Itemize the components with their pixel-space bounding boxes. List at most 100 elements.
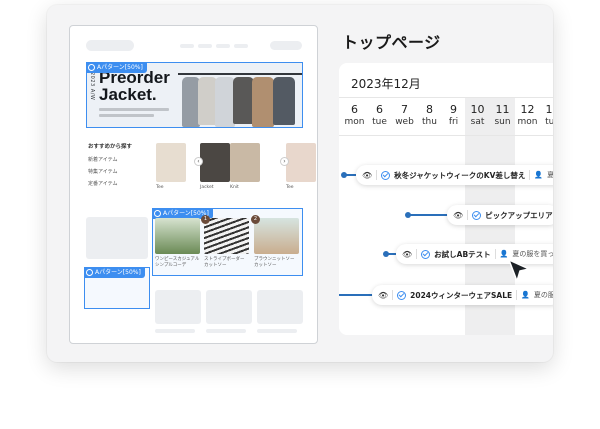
rank-badge: 2 — [251, 215, 260, 224]
day-column[interactable]: 8 thu — [417, 103, 442, 128]
day-number: 6 — [376, 103, 383, 116]
person-icon: 👤 — [521, 291, 530, 299]
day-number: 12 — [520, 103, 535, 116]
day-column[interactable]: 7 web — [392, 103, 417, 128]
divider — [494, 249, 496, 259]
divider — [339, 97, 553, 98]
content-placeholder — [257, 290, 303, 324]
product-image[interactable] — [156, 143, 186, 182]
divider — [516, 290, 518, 300]
product-image[interactable] — [200, 143, 230, 182]
content-placeholder — [206, 290, 252, 324]
pattern-tag: Aパターン[50%] — [86, 62, 147, 73]
day-column[interactable]: 13tue — [540, 103, 553, 128]
nav-placeholder — [198, 44, 212, 48]
product-label: Tee — [156, 185, 164, 190]
product-label: Knit — [230, 185, 239, 190]
pattern-tag-label: Aパターン[50%] — [95, 269, 141, 276]
event-pill[interactable]: 👁 ピックアップエリア — [447, 205, 553, 225]
check-icon — [88, 64, 95, 71]
check-icon — [381, 170, 391, 180]
card-label: ブラウンニットソー カットソー — [254, 257, 295, 269]
carousel-prev-icon[interactable]: ‹ — [194, 157, 203, 166]
card-image[interactable] — [204, 218, 249, 254]
lower-selection[interactable]: Aパターン[50%] — [84, 267, 150, 309]
hero-selection[interactable]: Aパターン[50%] — [86, 62, 303, 128]
day-column[interactable]: 6 tue — [367, 103, 392, 128]
day-number: 11 — [495, 103, 510, 116]
logo-placeholder — [86, 40, 134, 51]
day-column[interactable]: 9 fri — [441, 103, 466, 128]
day-column[interactable]: 10 sat — [465, 103, 490, 128]
timeline-bar — [408, 214, 448, 216]
product-label: Tee — [286, 185, 294, 190]
event-title: 秋冬ジャケットウィークのKV差し替え — [394, 170, 526, 180]
divider — [467, 210, 469, 220]
day-of-week: sun — [494, 117, 511, 127]
product-image[interactable] — [286, 143, 316, 182]
product-image[interactable] — [230, 143, 260, 182]
event-title: 2024ウィンターウェアSALE — [410, 290, 513, 300]
day-of-week: tue — [372, 117, 387, 127]
timeline-bar — [339, 294, 373, 296]
day-of-week: tue — [545, 117, 553, 127]
timeline-panel: 2023年12月 6 mon 6 tue 7 web 8 thu 9 fri 10 sat … — [339, 63, 553, 335]
nav-button-placeholder — [270, 41, 302, 50]
card-label-line: カットソー — [254, 263, 277, 268]
nav-placeholder — [180, 44, 194, 48]
rank-badge: 1 — [201, 215, 210, 224]
eye-icon[interactable]: 👁 — [378, 291, 388, 300]
recs-item[interactable]: 新着アイテム — [88, 156, 118, 163]
person-icon: 👤 — [499, 250, 509, 258]
check-icon — [154, 210, 161, 217]
app-card: 2023 A/W Preorder Jacket. Aパターン[50%] おすす… — [47, 5, 553, 362]
day-number: 13 — [545, 103, 554, 116]
day-of-week: web — [395, 117, 414, 127]
eye-icon[interactable]: 👁 — [453, 211, 463, 220]
eye-icon[interactable]: 👁 — [362, 171, 372, 180]
day-number: 6 — [351, 103, 358, 116]
event-pill[interactable]: 👁 秋冬ジャケットウィークのKV差し替え 👤 夏の — [356, 165, 553, 185]
day-of-week: sat — [470, 117, 485, 127]
divider — [392, 290, 394, 300]
check-icon — [86, 269, 93, 276]
carousel-next-icon[interactable]: › — [280, 157, 289, 166]
day-number: 10 — [470, 103, 485, 116]
divider — [339, 135, 553, 136]
text-placeholder — [155, 329, 195, 333]
card-image[interactable] — [254, 218, 299, 254]
screenshot-root: 2023 A/W Preorder Jacket. Aパターン[50%] おすす… — [0, 0, 600, 429]
recs-item[interactable]: 特集アイテム — [88, 168, 118, 175]
nav-placeholder — [216, 44, 230, 48]
day-of-week: mon — [344, 117, 365, 127]
text-placeholder — [257, 329, 297, 333]
check-icon — [472, 210, 482, 220]
page-preview: 2023 A/W Preorder Jacket. Aパターン[50%] おすす… — [69, 25, 318, 344]
day-number: 9 — [450, 103, 457, 116]
event-audience: 夏の服 — [533, 291, 553, 299]
day-column[interactable]: 6 mon — [342, 103, 367, 128]
mouse-cursor-icon — [508, 259, 530, 282]
divider — [416, 249, 418, 259]
card-label: ストライプボーダー カットソー — [204, 257, 245, 269]
day-column[interactable]: 12 mon — [515, 103, 540, 128]
event-title: ピックアップエリア — [485, 210, 553, 220]
divider — [529, 170, 531, 180]
content-placeholder — [155, 290, 201, 324]
page-title: トップページ — [342, 33, 441, 52]
nav-placeholder — [234, 44, 248, 48]
check-icon — [397, 290, 407, 300]
card-image[interactable] — [155, 218, 200, 254]
pattern-tag: Aパターン[50%] — [84, 267, 145, 278]
event-title: お試しABテスト — [434, 249, 491, 259]
pattern-tag-label: Aパターン[50%] — [97, 64, 143, 71]
text-placeholder — [206, 329, 246, 333]
eye-icon[interactable]: 👁 — [402, 250, 412, 259]
day-column[interactable]: 11 sun — [490, 103, 515, 128]
event-pill[interactable]: 👁 2024ウィンターウェアSALE 👤 夏の服 — [372, 285, 553, 305]
card-label: ワンピースカジュアル シンプルコーデ — [155, 257, 199, 269]
day-number: 7 — [401, 103, 408, 116]
day-of-week: thu — [422, 117, 437, 127]
recs-item[interactable]: 定番アイテム — [88, 180, 118, 187]
card-label-line: シンプルコーデ — [155, 263, 187, 268]
